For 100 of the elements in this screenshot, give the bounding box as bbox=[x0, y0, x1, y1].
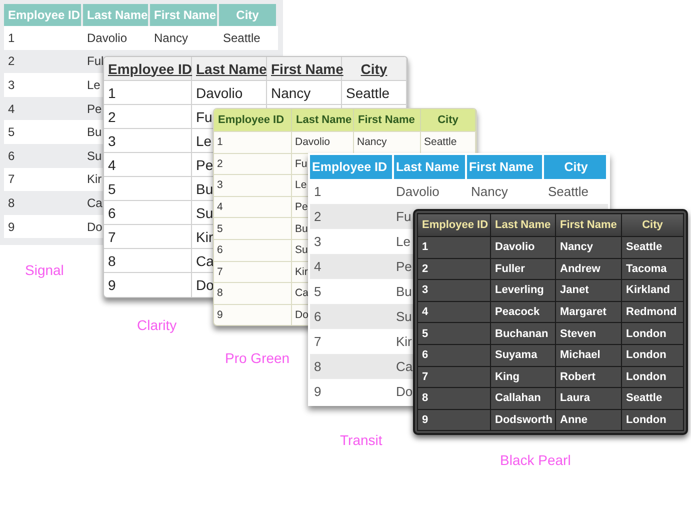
cell-text: 8 bbox=[8, 196, 15, 210]
theme-caption: Black Pearl bbox=[500, 452, 571, 468]
cell-text: Margaret bbox=[560, 306, 606, 318]
cell-text: Ca bbox=[295, 287, 308, 300]
cell-text: Bu bbox=[295, 222, 308, 235]
cell-text: Seattle bbox=[626, 392, 662, 404]
cell-text: 9 bbox=[8, 220, 15, 234]
cell-text: Pe bbox=[396, 259, 412, 274]
cell-text: 1 bbox=[8, 30, 15, 45]
cell-text: Nancy bbox=[154, 30, 188, 45]
cell-text: Davolio bbox=[295, 136, 330, 148]
cell-text: Su bbox=[295, 244, 308, 256]
cell-text: Steven bbox=[560, 328, 596, 340]
cell-text: Pe bbox=[295, 201, 308, 214]
cell-text: Laura bbox=[560, 392, 590, 404]
cell-text: Kir bbox=[295, 266, 308, 278]
column-header[interactable]: City bbox=[642, 219, 663, 231]
cell-text: 3 bbox=[217, 179, 223, 192]
cell-text: Ca bbox=[87, 196, 102, 210]
cell-text: 2 bbox=[8, 54, 15, 68]
cell-text: Pe bbox=[196, 156, 214, 172]
cell-text: 8 bbox=[422, 392, 428, 404]
cell-text: Bu bbox=[196, 180, 214, 196]
cell-text: 9 bbox=[314, 384, 322, 399]
cell-text: Michael bbox=[560, 349, 600, 362]
cell-text: 2 bbox=[217, 158, 223, 170]
cell-text: London bbox=[626, 414, 666, 426]
theme-caption: Pro Green bbox=[225, 350, 290, 366]
cell-text: Do bbox=[196, 277, 214, 293]
cell-text: Do bbox=[87, 220, 102, 234]
cell-text: Anne bbox=[560, 414, 588, 426]
cell-text: Andrew bbox=[560, 262, 600, 275]
cell-text: 4 bbox=[217, 201, 223, 214]
cell-text: London bbox=[626, 349, 666, 362]
cell-text: 6 bbox=[217, 244, 223, 256]
cell-text: Kir bbox=[196, 228, 214, 244]
cell-text: Do bbox=[295, 309, 308, 322]
cell-text: Bu bbox=[87, 125, 102, 140]
cell-text: 4 bbox=[108, 156, 116, 172]
cell-text: Le bbox=[196, 132, 212, 148]
cell-text: Su bbox=[87, 148, 102, 163]
cell-text: 7 bbox=[108, 228, 116, 244]
cell-text: Davolio bbox=[396, 184, 440, 199]
cell-text: 1 bbox=[314, 184, 322, 199]
cell-text: London bbox=[626, 328, 666, 340]
cell-text: Redmond bbox=[626, 306, 677, 318]
cell-text: 6 bbox=[314, 309, 322, 324]
cell-text: Nancy bbox=[357, 136, 387, 148]
cell-text: Suyama bbox=[495, 349, 538, 362]
cell-text: 3 bbox=[108, 132, 116, 148]
cell-text: 4 bbox=[422, 306, 428, 318]
cell-text: 9 bbox=[217, 309, 223, 322]
cell-text: 4 bbox=[8, 102, 15, 116]
cell-text: Le bbox=[87, 78, 100, 92]
cell-text: Davolio bbox=[87, 30, 128, 45]
cell-text: Su bbox=[396, 309, 412, 324]
cell-text: 6 bbox=[422, 349, 428, 362]
cell-text: Davolio bbox=[495, 241, 535, 254]
theme-caption: Signal bbox=[25, 262, 64, 278]
cell-text: Seattle bbox=[548, 184, 588, 199]
cell-text: 5 bbox=[108, 180, 116, 196]
cell-text: Le bbox=[396, 234, 410, 249]
cell-text: 9 bbox=[422, 414, 428, 426]
cell-text: Do bbox=[396, 384, 413, 399]
cell-text: Ca bbox=[196, 252, 214, 268]
cell-text: 3 bbox=[8, 78, 15, 92]
cell-text: 5 bbox=[422, 328, 428, 340]
cell-text: Le bbox=[295, 179, 307, 192]
cell-text: 1 bbox=[217, 136, 223, 148]
cell-text: 3 bbox=[314, 234, 322, 249]
cell-text: 5 bbox=[217, 222, 223, 235]
cell-text: 2 bbox=[422, 262, 428, 275]
cell-text: 5 bbox=[314, 284, 322, 299]
cell-text: 4 bbox=[314, 259, 322, 274]
cell-text: Bu bbox=[396, 284, 412, 299]
cell-text: 3 bbox=[422, 284, 428, 296]
cell-text: 6 bbox=[8, 148, 15, 163]
cell-text: Fu bbox=[295, 158, 308, 170]
cell-text: Fu bbox=[396, 209, 412, 224]
cell-text: 9 bbox=[108, 277, 116, 293]
cell-text: 7 bbox=[314, 334, 322, 349]
cell-text: Tacoma bbox=[626, 262, 667, 275]
cell-text: Peacock bbox=[495, 306, 540, 318]
cell-text: Ca bbox=[396, 359, 413, 374]
theme-caption: Transit bbox=[340, 432, 382, 448]
cell-text: Kirkland bbox=[626, 284, 670, 296]
cell-text: King bbox=[495, 370, 520, 383]
cell-text: Leverling bbox=[495, 284, 544, 296]
cell-text: Fu bbox=[196, 108, 212, 124]
cell-text: 2 bbox=[108, 108, 116, 124]
cell-text: 8 bbox=[217, 287, 223, 300]
cell-text: Kir bbox=[396, 334, 412, 349]
cell-text: 8 bbox=[108, 252, 116, 268]
cell-text: 2 bbox=[314, 209, 322, 224]
cell-text: Pe bbox=[87, 102, 102, 116]
cell-text: 1 bbox=[108, 84, 116, 100]
cell-text: Seattle bbox=[346, 84, 390, 100]
cell-text: 6 bbox=[108, 204, 116, 220]
cell-text: 5 bbox=[8, 125, 15, 140]
cell-text: Callahan bbox=[495, 392, 541, 404]
